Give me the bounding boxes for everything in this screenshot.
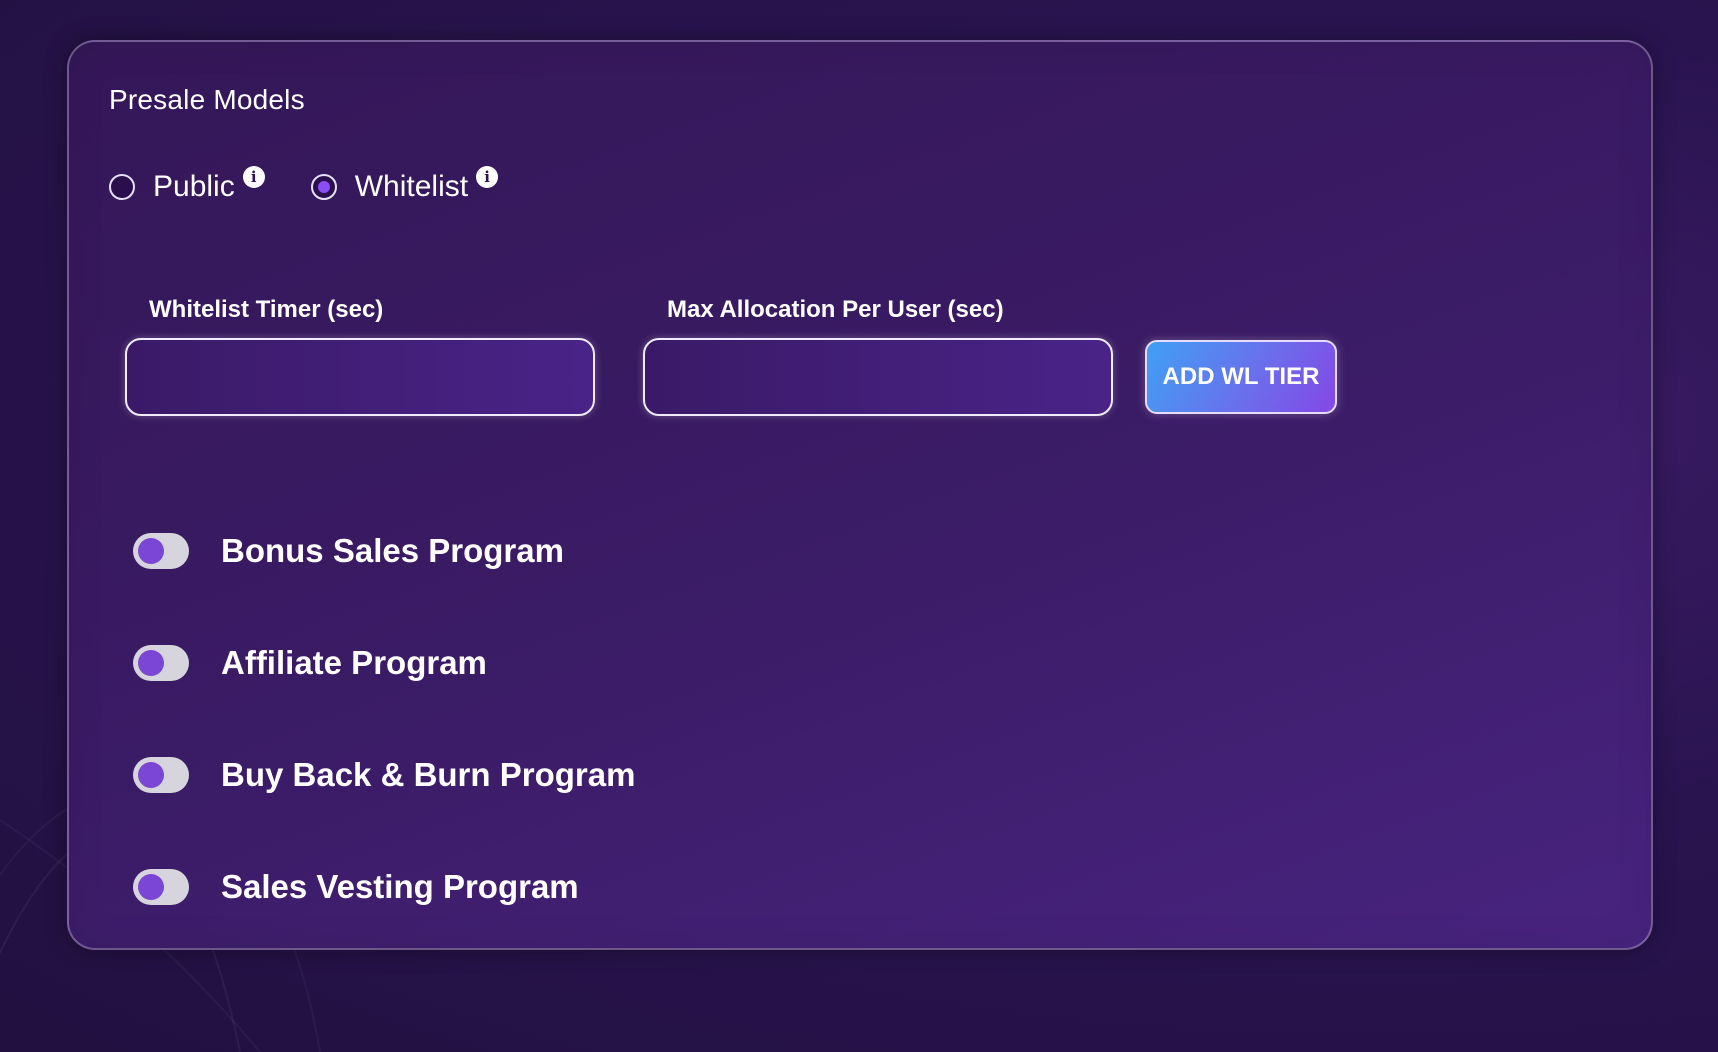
presale-settings-card: Presale Models Public i Whitelist i Whit… — [67, 40, 1653, 950]
toggle-knob — [138, 538, 164, 564]
bonus-sales-label: Bonus Sales Program — [221, 532, 564, 569]
affiliate-label: Affiliate Program — [221, 644, 487, 681]
info-icon[interactable]: i — [476, 166, 499, 188]
presale-models-title: Presale Models — [109, 84, 305, 115]
max-allocation-input[interactable] — [643, 338, 1113, 416]
whitelist-timer-input[interactable] — [125, 338, 595, 416]
sales-vesting-label: Sales Vesting Program — [221, 868, 579, 905]
affiliate-toggle[interactable] — [133, 645, 189, 681]
max-allocation-label: Max Allocation Per User (sec) — [667, 296, 1004, 323]
whitelist-timer-label: Whitelist Timer (sec) — [149, 296, 384, 323]
presale-model-radio-group: Public i Whitelist i — [109, 166, 544, 204]
program-row-bonus-sales: Bonus Sales Program — [133, 532, 564, 570]
radio-label-whitelist: Whitelist — [354, 170, 469, 203]
radio-public[interactable] — [109, 174, 135, 200]
toggle-knob — [138, 762, 164, 788]
add-wl-tier-button[interactable]: ADD WL TIER — [1145, 340, 1337, 414]
program-row-buy-back-burn: Buy Back & Burn Program — [133, 756, 635, 794]
radio-whitelist[interactable] — [310, 174, 337, 200]
bonus-sales-toggle[interactable] — [133, 533, 189, 569]
toggle-knob — [138, 650, 164, 676]
radio-label-public: Public — [153, 170, 235, 203]
sales-vesting-toggle[interactable] — [133, 869, 189, 905]
program-row-sales-vesting: Sales Vesting Program — [133, 868, 579, 906]
info-icon[interactable]: i — [242, 166, 265, 188]
buy-back-burn-label: Buy Back & Burn Program — [221, 756, 636, 793]
buy-back-burn-toggle[interactable] — [133, 757, 189, 793]
program-row-affiliate: Affiliate Program — [133, 644, 487, 682]
toggle-knob — [138, 874, 164, 900]
radio-option-public[interactable]: Public i — [109, 166, 265, 204]
radio-option-whitelist[interactable]: Whitelist i — [310, 166, 499, 204]
